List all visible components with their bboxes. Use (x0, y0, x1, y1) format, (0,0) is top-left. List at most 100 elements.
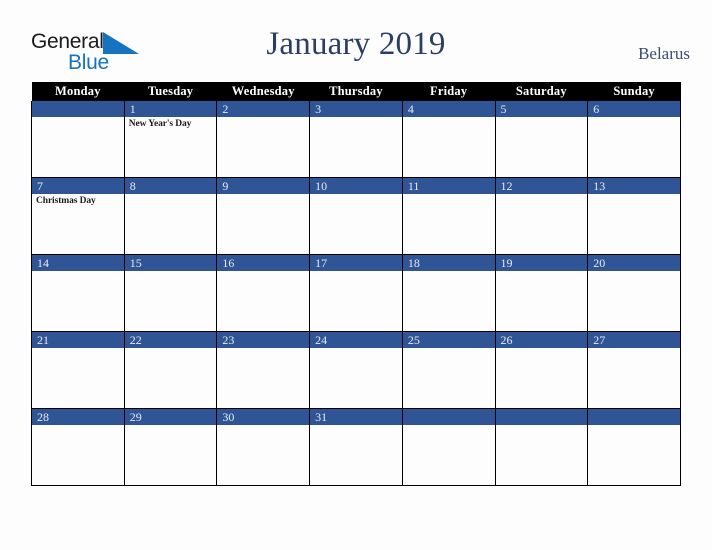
day-number: 7 (32, 178, 124, 194)
day-events (125, 194, 217, 196)
day-number: 13 (588, 178, 680, 194)
calendar-day-cell[interactable]: 4 (401, 101, 496, 178)
calendar-week-row: 7 Christmas Day 8 9 10 11 12 13 (31, 177, 681, 255)
calendar-day-cell[interactable]: 28 (31, 408, 125, 486)
day-number: 20 (588, 255, 680, 271)
day-cell-inner (32, 101, 124, 177)
day-events (310, 117, 402, 119)
country-label: Belarus (638, 44, 690, 63)
day-number (32, 101, 124, 117)
day-cell-inner: 21 (32, 332, 124, 408)
day-cell-inner: 19 (495, 255, 588, 331)
calendar-day-cell[interactable] (587, 408, 681, 486)
calendar-day-cell[interactable]: 13 (587, 177, 681, 255)
calendar-day-cell[interactable]: 16 (216, 254, 311, 332)
day-number (588, 409, 680, 425)
day-events (496, 117, 588, 119)
day-cell-inner: 22 (124, 332, 217, 408)
page-title: January 2019 (266, 26, 446, 62)
calendar-day-cell[interactable]: 17 (309, 254, 403, 332)
day-events (496, 425, 588, 427)
day-events (217, 117, 309, 119)
calendar-day-cell[interactable] (31, 101, 125, 178)
calendar-day-cell[interactable]: 29 (123, 408, 218, 486)
calendar-day-cell[interactable]: 2 (216, 101, 311, 178)
calendar-week-row: 28 29 30 31 (31, 408, 681, 486)
day-number: 25 (402, 332, 495, 348)
day-events (403, 348, 495, 350)
day-cell-inner: 4 (402, 101, 495, 177)
day-cell-inner: 5 (495, 101, 588, 177)
day-number: 27 (588, 332, 680, 348)
calendar-day-cell[interactable]: 9 (216, 177, 311, 255)
calendar-table: Monday Tuesday Wednesday Thursday Friday… (31, 82, 681, 486)
day-cell-inner: 9 (217, 178, 310, 254)
day-cell-inner: 1 New Year's Day (124, 101, 217, 177)
day-cell-inner: 12 (495, 178, 588, 254)
day-number: 12 (495, 178, 588, 194)
calendar-week-row: 14 15 16 17 18 19 20 (31, 254, 681, 332)
day-events (310, 194, 402, 196)
day-cell-inner: 25 (402, 332, 495, 408)
day-cell-inner: 2 (217, 101, 310, 177)
day-events (588, 348, 680, 350)
day-events (403, 194, 495, 196)
calendar-day-cell[interactable]: 14 (31, 254, 125, 332)
day-number: 5 (495, 101, 588, 117)
day-number: 9 (217, 178, 310, 194)
calendar-day-cell[interactable]: 31 (309, 408, 403, 486)
day-number: 17 (310, 255, 402, 271)
calendar-body: 1 New Year's Day 2 3 4 5 6 7 Christmas Day 8 9 10 11… (31, 101, 681, 486)
day-cell-inner: 30 (217, 409, 310, 485)
day-events (32, 348, 124, 350)
calendar-day-cell[interactable]: 26 (494, 331, 589, 409)
calendar-week-row: 1 New Year's Day 2 3 4 5 6 (31, 101, 681, 178)
calendar-day-cell[interactable]: 3 (309, 101, 403, 178)
day-cell-inner (402, 409, 495, 485)
calendar-day-cell[interactable]: 1 New Year's Day (123, 101, 218, 178)
day-number: 16 (217, 255, 310, 271)
calendar-day-cell[interactable]: 23 (216, 331, 311, 409)
day-events (588, 117, 680, 119)
day-number: 4 (402, 101, 495, 117)
calendar-day-cell[interactable]: 24 (309, 331, 403, 409)
calendar-day-cell[interactable] (401, 408, 496, 486)
calendar-day-cell[interactable]: 11 (401, 177, 496, 255)
day-events (32, 117, 124, 119)
calendar-day-cell[interactable]: 22 (123, 331, 218, 409)
weekday-header-wednesday: Wednesday (216, 82, 310, 101)
calendar-day-cell[interactable]: 10 (309, 177, 403, 255)
day-events (496, 348, 588, 350)
calendar-day-cell[interactable]: 5 (494, 101, 589, 178)
calendar-day-cell[interactable]: 8 (123, 177, 218, 255)
day-cell-inner: 31 (310, 409, 402, 485)
calendar-day-cell[interactable]: 27 (587, 331, 681, 409)
calendar-day-cell[interactable]: 21 (31, 331, 125, 409)
holiday-label: New Year's Day (128, 119, 192, 129)
calendar-day-cell[interactable]: 20 (587, 254, 681, 332)
day-cell-inner: 15 (124, 255, 217, 331)
calendar-header-row: Monday Tuesday Wednesday Thursday Friday… (31, 82, 681, 101)
day-number: 8 (124, 178, 217, 194)
calendar-day-cell[interactable]: 6 (587, 101, 681, 178)
calendar-day-cell[interactable]: 19 (494, 254, 589, 332)
calendar-day-cell[interactable] (494, 408, 589, 486)
calendar-day-cell[interactable]: 25 (401, 331, 496, 409)
calendar-day-cell[interactable]: 18 (401, 254, 496, 332)
day-number (402, 409, 495, 425)
calendar-day-cell[interactable]: 7 Christmas Day (31, 177, 125, 255)
day-cell-inner: 29 (124, 409, 217, 485)
weekday-header-thursday: Thursday (309, 82, 403, 101)
day-cell-inner: 26 (495, 332, 588, 408)
day-number: 19 (495, 255, 588, 271)
day-number: 26 (495, 332, 588, 348)
calendar-day-cell[interactable]: 30 (216, 408, 311, 486)
day-number: 30 (217, 409, 310, 425)
holiday-label: Christmas Day (36, 196, 96, 206)
day-number: 29 (124, 409, 217, 425)
calendar-day-cell[interactable]: 15 (123, 254, 218, 332)
day-cell-inner: 20 (588, 255, 680, 331)
day-events (310, 348, 402, 350)
day-events (125, 271, 217, 273)
calendar-day-cell[interactable]: 12 (494, 177, 589, 255)
